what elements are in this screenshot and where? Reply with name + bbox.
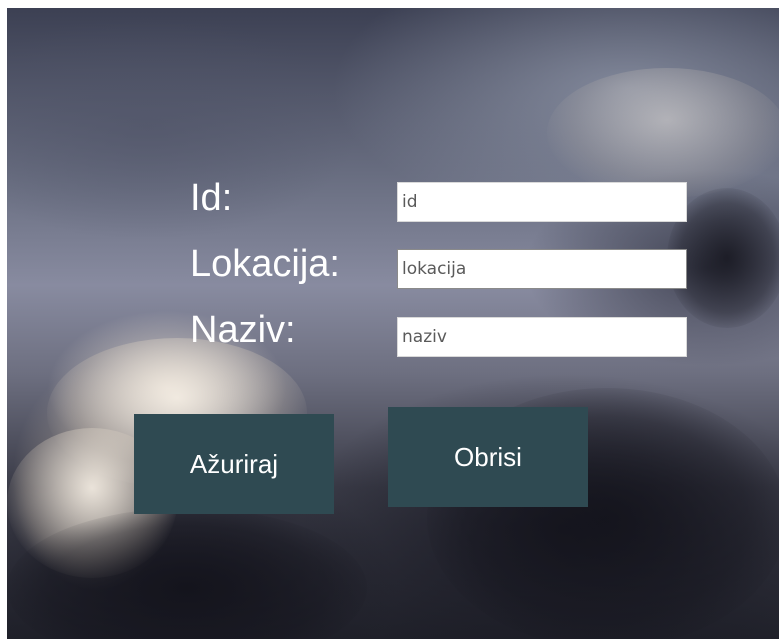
- lokacija-label: Lokacija:: [190, 243, 340, 285]
- cloud-background: Id: Lokacija: Naziv: Ažuriraj Obrisi: [7, 8, 779, 639]
- lokacija-input[interactable]: [397, 249, 687, 289]
- delete-button[interactable]: Obrisi: [388, 407, 588, 507]
- update-button[interactable]: Ažuriraj: [134, 414, 334, 514]
- naziv-input[interactable]: [397, 317, 687, 357]
- bright-cloud: [547, 68, 779, 198]
- id-label: Id:: [190, 177, 233, 219]
- id-input[interactable]: [397, 182, 687, 222]
- naziv-label: Naziv:: [190, 309, 296, 351]
